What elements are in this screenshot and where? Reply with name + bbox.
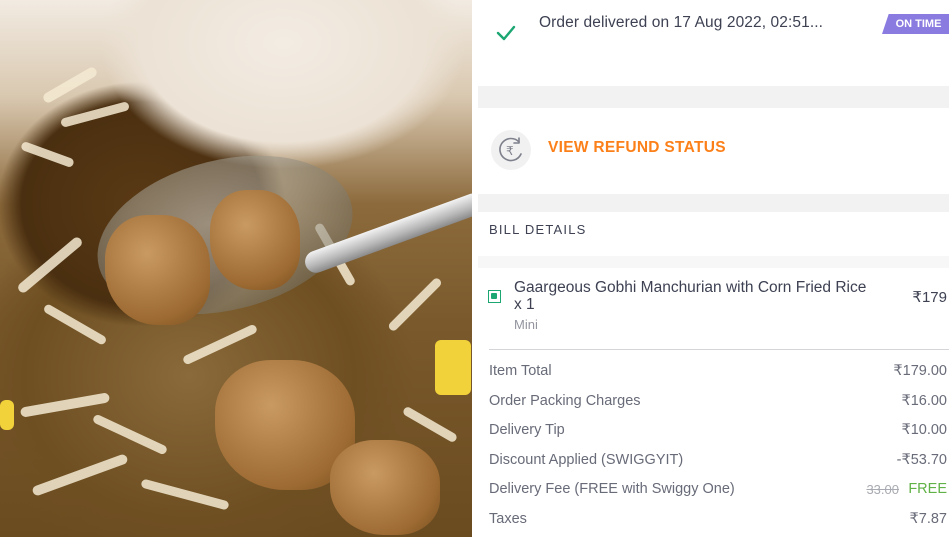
bill-summary: Item Total ₹179.00 Order Packing Charges… bbox=[472, 358, 949, 535]
rupee-refund-icon: ₹ bbox=[491, 130, 531, 170]
manchurian-piece bbox=[330, 440, 440, 535]
row-label: Delivery Fee (FREE with Swiggy One) bbox=[489, 481, 735, 497]
rice-grain bbox=[387, 276, 443, 333]
bill-row-discount: Discount Applied (SWIGGYIT) -₹53.70 bbox=[472, 447, 949, 477]
row-label: Taxes bbox=[489, 510, 527, 527]
rice-grain bbox=[60, 101, 130, 128]
pepper-piece bbox=[0, 400, 14, 430]
rice-grain bbox=[31, 453, 129, 497]
rice-grain bbox=[42, 303, 108, 346]
item-name: Gaargeous Gobhi Manchurian with Corn Fri… bbox=[514, 279, 867, 313]
rice-grain bbox=[181, 323, 259, 366]
row-label: Item Total bbox=[489, 363, 552, 379]
divider bbox=[489, 349, 949, 350]
bill-details-header: BILL DETAILS bbox=[472, 212, 949, 256]
on-time-badge: ON TIME bbox=[882, 14, 949, 34]
pepper-piece bbox=[435, 340, 471, 395]
row-label: Discount Applied (SWIGGYIT) bbox=[489, 451, 684, 468]
original-fee: 33.00 bbox=[866, 482, 899, 497]
delivery-status-text: Order delivered on 17 Aug 2022, 02:51... bbox=[539, 14, 824, 31]
food-photo bbox=[0, 0, 472, 537]
check-icon bbox=[496, 25, 516, 41]
bill-row-item-total: Item Total ₹179.00 bbox=[472, 358, 949, 388]
section-gap bbox=[478, 194, 949, 212]
bill-details-title: BILL DETAILS bbox=[489, 222, 587, 237]
row-value: ₹16.00 bbox=[901, 392, 947, 409]
free-label: FREE bbox=[908, 481, 947, 497]
delivery-status: Order delivered on 17 Aug 2022, 02:51...… bbox=[472, 0, 949, 86]
rice-grain bbox=[41, 65, 99, 105]
bill-row-tip: Delivery Tip ₹10.00 bbox=[472, 417, 949, 447]
manchurian-piece bbox=[210, 190, 300, 290]
rice-grain bbox=[401, 405, 459, 444]
rice-grain bbox=[16, 235, 84, 295]
row-value: ₹10.00 bbox=[901, 422, 947, 438]
rice-grain bbox=[91, 413, 169, 456]
manchurian-piece bbox=[105, 215, 210, 325]
veg-icon bbox=[488, 290, 501, 303]
view-refund-status-link[interactable]: VIEW REFUND STATUS bbox=[548, 139, 726, 157]
section-gap bbox=[478, 256, 949, 268]
bill-item: Gaargeous Gobhi Manchurian with Corn Fri… bbox=[472, 270, 949, 348]
rice-grain bbox=[140, 478, 230, 511]
item-price: ₹179 bbox=[912, 289, 947, 306]
section-gap bbox=[478, 86, 949, 108]
refund-status-row[interactable]: ₹ VIEW REFUND STATUS bbox=[472, 108, 949, 194]
bill-row-delivery-fee: Delivery Fee (FREE with Swiggy One) 33.0… bbox=[472, 476, 949, 506]
item-variant: Mini bbox=[514, 317, 538, 332]
order-details-panel: Order delivered on 17 Aug 2022, 02:51...… bbox=[472, 0, 949, 537]
rice-grain bbox=[20, 140, 75, 169]
row-value: ₹179.00 bbox=[893, 363, 947, 379]
row-label: Delivery Tip bbox=[489, 422, 565, 438]
row-value: ₹7.87 bbox=[909, 510, 947, 527]
bill-row-taxes: Taxes ₹7.87 bbox=[472, 506, 949, 536]
svg-text:₹: ₹ bbox=[506, 144, 514, 158]
row-value: -₹53.70 bbox=[896, 451, 947, 468]
bill-row-packing: Order Packing Charges ₹16.00 bbox=[472, 388, 949, 418]
row-label: Order Packing Charges bbox=[489, 392, 641, 409]
